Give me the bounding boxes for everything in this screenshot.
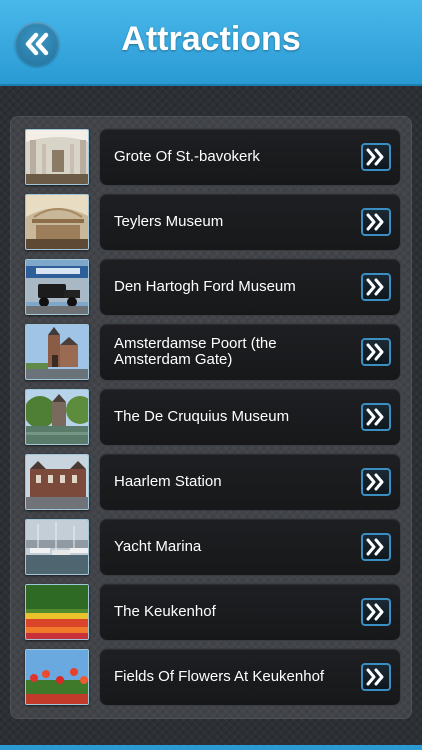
list-item[interactable]: Fields Of Flowers At Keukenhof bbox=[25, 648, 401, 706]
attraction-card[interactable]: Grote Of St.-bavokerk bbox=[99, 128, 401, 186]
attraction-name: The Keukenhof bbox=[114, 603, 216, 620]
attraction-name: Yacht Marina bbox=[114, 538, 202, 555]
list-item[interactable]: The De Cruquius Museum bbox=[25, 388, 401, 446]
thumbnail-canal-building bbox=[25, 389, 89, 445]
list-item[interactable]: Grote Of St.-bavokerk bbox=[25, 128, 401, 186]
open-attraction-button[interactable] bbox=[361, 468, 391, 496]
list-item[interactable]: Den Hartogh Ford Museum bbox=[25, 258, 401, 316]
attraction-card[interactable]: Haarlem Station bbox=[99, 453, 401, 511]
attraction-name: Haarlem Station bbox=[114, 473, 222, 490]
double-chevron-right-icon bbox=[366, 148, 384, 166]
thumbnail-vintage-car bbox=[25, 259, 89, 315]
attraction-name: Amsterdamse Poort (the Amsterdam Gate) bbox=[114, 335, 277, 368]
page-title: Attractions bbox=[121, 20, 301, 58]
attraction-card[interactable]: Fields Of Flowers At Keukenhof bbox=[99, 648, 401, 706]
bottom-accent-bar bbox=[0, 745, 422, 750]
double-chevron-right-icon bbox=[366, 408, 384, 426]
open-attraction-button[interactable] bbox=[361, 533, 391, 561]
attraction-card[interactable]: Amsterdamse Poort (the Amsterdam Gate) bbox=[99, 323, 401, 381]
thumbnail-marina-boats bbox=[25, 519, 89, 575]
list-item[interactable]: Teylers Museum bbox=[25, 193, 401, 251]
double-chevron-right-icon bbox=[366, 668, 384, 686]
list-item[interactable]: Haarlem Station bbox=[25, 453, 401, 511]
thumbnail-station-building bbox=[25, 454, 89, 510]
open-attraction-button[interactable] bbox=[361, 273, 391, 301]
double-chevron-right-icon bbox=[366, 278, 384, 296]
thumbnail-museum-hall bbox=[25, 194, 89, 250]
attraction-card[interactable]: Yacht Marina bbox=[99, 518, 401, 576]
attraction-name: The De Cruquius Museum bbox=[114, 408, 290, 425]
app-header: Attractions bbox=[0, 0, 422, 86]
list-item[interactable]: Amsterdamse Poort (the Amsterdam Gate) bbox=[25, 323, 401, 381]
open-attraction-button[interactable] bbox=[361, 143, 391, 171]
open-attraction-button[interactable] bbox=[361, 208, 391, 236]
attractions-list: Grote Of St.-bavokerk Teylers Museum Den… bbox=[10, 116, 412, 719]
open-attraction-button[interactable] bbox=[361, 598, 391, 626]
double-chevron-right-icon bbox=[366, 538, 384, 556]
thumbnail-church-interior bbox=[25, 129, 89, 185]
thumbnail-tulip-field bbox=[25, 649, 89, 705]
double-chevron-right-icon bbox=[366, 603, 384, 621]
open-attraction-button[interactable] bbox=[361, 663, 391, 691]
list-item[interactable]: The Keukenhof bbox=[25, 583, 401, 641]
thumbnail-city-gate bbox=[25, 324, 89, 380]
attraction-card[interactable]: The Keukenhof bbox=[99, 583, 401, 641]
list-item[interactable]: Yacht Marina bbox=[25, 518, 401, 576]
double-chevron-right-icon bbox=[366, 343, 384, 361]
attraction-card[interactable]: Den Hartogh Ford Museum bbox=[99, 258, 401, 316]
double-chevron-right-icon bbox=[366, 213, 384, 231]
attraction-card[interactable]: The De Cruquius Museum bbox=[99, 388, 401, 446]
attraction-name: Teylers Museum bbox=[114, 213, 224, 230]
attraction-card[interactable]: Teylers Museum bbox=[99, 193, 401, 251]
attraction-name: Den Hartogh Ford Museum bbox=[114, 278, 296, 295]
thumbnail-tulip-garden bbox=[25, 584, 89, 640]
attraction-name: Grote Of St.-bavokerk bbox=[114, 148, 260, 165]
open-attraction-button[interactable] bbox=[361, 338, 391, 366]
attraction-name: Fields Of Flowers At Keukenhof bbox=[114, 668, 325, 685]
double-chevron-right-icon bbox=[366, 473, 384, 491]
open-attraction-button[interactable] bbox=[361, 403, 391, 431]
